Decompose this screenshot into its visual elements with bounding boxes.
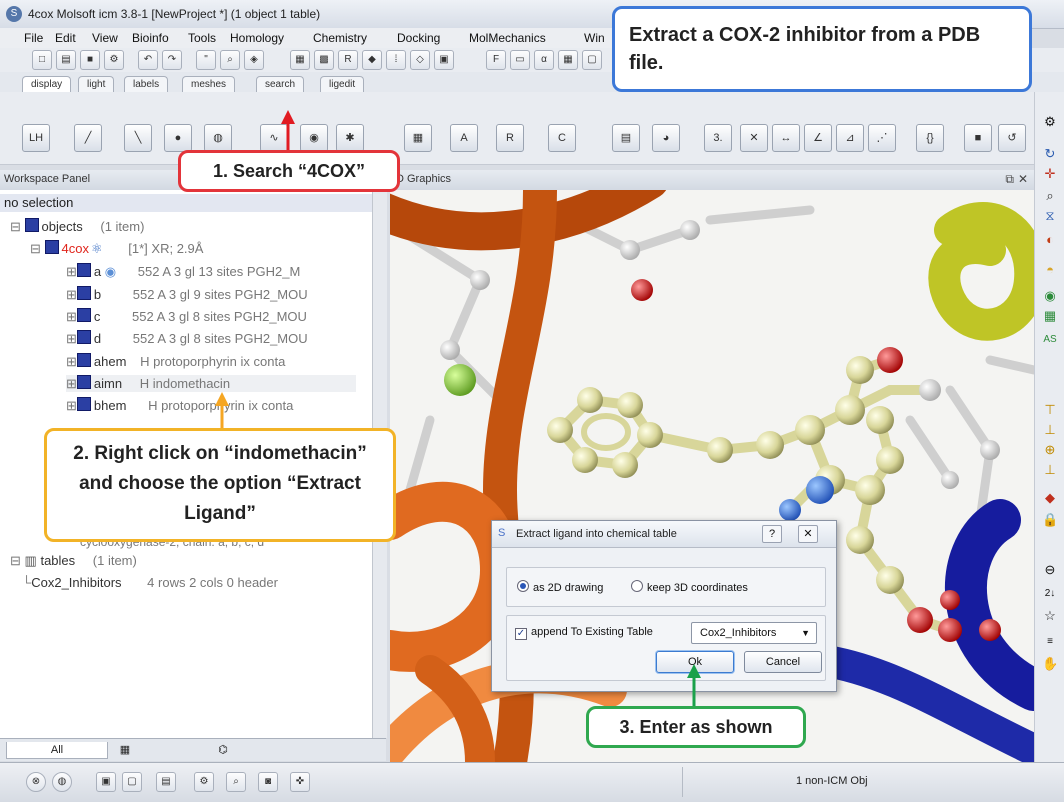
callout-step3: 3. Enter as shown — [586, 706, 806, 748]
arrow-step2-head — [215, 392, 229, 406]
callout-step1: 1. Search “4COX” — [178, 150, 400, 192]
arrow-step3-head — [687, 664, 701, 678]
callout-intro: Extract a COX-2 inhibitor from a PDB fil… — [612, 6, 1032, 92]
callout-step2: 2. Right click on “indomethacin” and cho… — [44, 428, 396, 542]
annotation-arrows — [215, 110, 701, 706]
arrow-step1-head — [281, 110, 295, 124]
